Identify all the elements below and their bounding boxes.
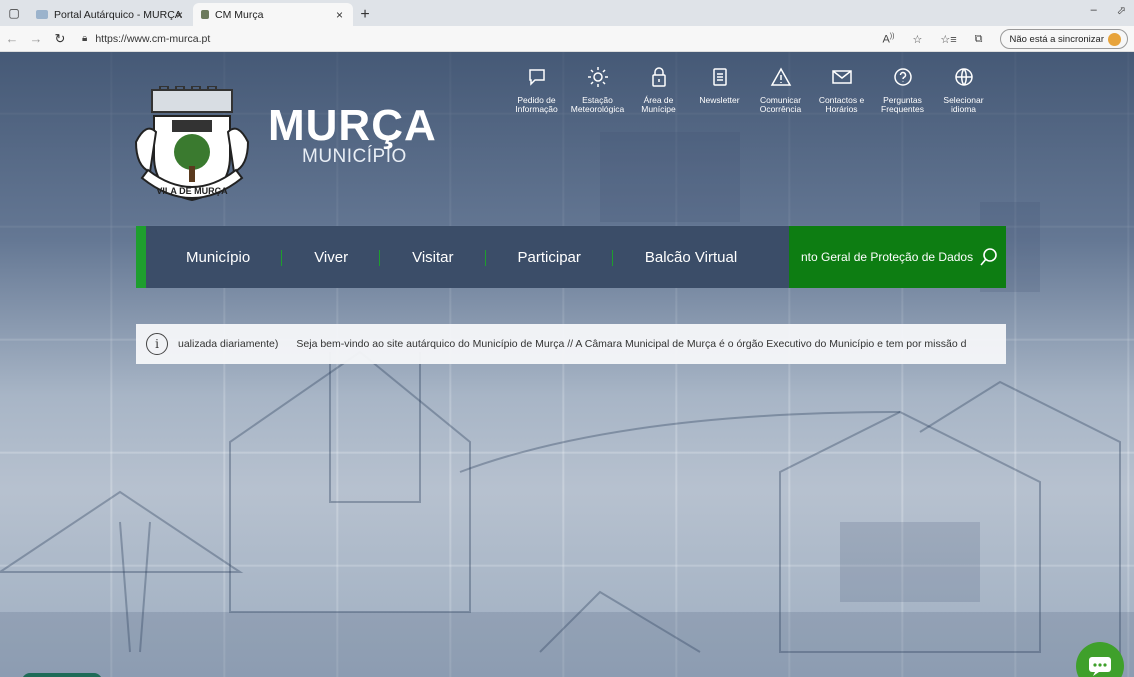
search-icon[interactable] [979,247,999,267]
ticker-text-a[interactable]: ualizada diariamente) [178,338,278,350]
back-icon[interactable]: ← [0,31,24,46]
nav-accent-bar [136,226,146,288]
nav-item-balcao-virtual[interactable]: Balcão Virtual [613,226,769,288]
page-content: VILA DE MURÇA MURÇA MUNICÍPIO Pedido de … [0,52,1134,677]
quick-link-area-municipe[interactable]: Área de Munícipe [628,66,689,114]
brand-logo[interactable]: MURÇA MUNICÍPIO [268,104,437,168]
sync-label: Não está a sincronizar [1009,33,1104,45]
lock-icon [651,67,666,87]
tab-portal[interactable]: Portal Autárquico - MURÇA × [28,3,193,26]
address-bar: ← → ↻ 🔒︎ https://www.cm-murca.pt A)) ☆ ☆… [0,26,1134,52]
news-ticker: i ualizada diariamente) Seja bem-vindo a… [136,324,1006,364]
reload-icon[interactable]: ↻ [48,31,72,47]
quick-link-label: Munícipe [641,104,676,114]
sync-button[interactable]: Não está a sincronizar [1000,29,1128,49]
question-icon [893,68,912,86]
nav-item-viver[interactable]: Viver [282,226,381,288]
tab-title: Portal Autárquico - MURÇA [54,8,182,21]
collections-icon[interactable]: ⧉ [975,33,983,46]
mail-icon [831,70,852,84]
url-field[interactable]: 🔒︎ https://www.cm-murca.pt [82,33,210,45]
quick-link-label: Informação [515,104,558,114]
info-icon: i [146,333,168,355]
chat-bubble-icon [528,69,545,86]
tab-title: CM Murça [215,8,264,21]
sun-icon [587,67,608,87]
municipality-crest-logo: VILA DE MURÇA [134,86,250,202]
favicon-icon [36,10,48,19]
toolbar-right: A)) ☆ ☆≡ ⧉ Não está a sincronizar [882,29,1128,49]
brand-name: MURÇA [268,101,437,150]
quick-link-newsletter[interactable]: Newsletter [689,66,750,114]
avatar [1108,32,1121,46]
close-tab-icon[interactable]: × [176,8,183,22]
search-marquee-text: nto Geral de Proteção de Dados [801,250,974,264]
quick-link-estacao-meteorologica[interactable]: Estação Meteorológica [567,66,628,114]
browser-tab-strip: ▢ Portal Autárquico - MURÇA × CM Murça ×… [0,0,1134,26]
window-controls: – ⬀ [1091,4,1126,17]
url-text: https://www.cm-murca.pt [95,32,211,45]
chat-icon [1089,657,1111,676]
tab-actions-icon[interactable]: ▢ [0,0,28,26]
ticker-text-b[interactable]: Seja bem-vindo ao site autárquico do Mun… [296,338,966,350]
globe-icon [954,68,973,86]
favicon-icon [201,10,209,19]
nav-item-participar[interactable]: Participar [486,226,614,288]
quick-link-pedido-informacao[interactable]: Pedido de Informação [506,66,567,114]
quick-link-selecionar-idioma[interactable]: Selecionar idioma [933,66,994,114]
close-tab-icon[interactable]: × [336,8,343,22]
quick-link-label: Horários [825,104,858,114]
quick-link-label: Ocorrência [759,104,802,114]
quick-link-label: Frequentes [881,104,924,114]
quick-link-comunicar-ocorrencia[interactable]: Comunicar Ocorrência [750,66,811,114]
extra-window-icon[interactable]: ⬀ [1117,4,1126,17]
nav-item-municipio[interactable]: Município [146,226,283,288]
nav-item-visitar[interactable]: Visitar [380,226,486,288]
read-aloud-icon[interactable]: A)) [882,33,894,46]
crest-text: VILA DE MURÇA [156,186,228,196]
quick-link-perguntas-frequentes[interactable]: Perguntas Frequentes [872,66,933,114]
newsletter-icon [712,68,727,86]
nav-menu: Município Viver Visitar Participar Balcã… [146,226,789,288]
tab-cm-murca[interactable]: CM Murça × [193,3,353,26]
new-tab-button[interactable]: + [353,3,377,26]
quick-links: Pedido de Informação Estação Meteorológi… [506,66,994,114]
favorite-add-icon[interactable]: ☆ [912,33,922,46]
main-navigation: Município Viver Visitar Participar Balcã… [136,226,1006,288]
minimize-button[interactable]: – [1091,4,1097,17]
warning-icon [770,67,791,86]
bottom-tab-handle[interactable] [22,673,102,677]
forward-icon[interactable]: → [24,31,48,46]
search-box[interactable]: nto Geral de Proteção de Dados [789,226,1006,288]
quick-link-contactos-horarios[interactable]: Contactos e Horários [811,66,872,114]
lock-icon: 🔒︎ [82,33,88,44]
quick-link-label: Newsletter [699,95,740,105]
favorites-icon[interactable]: ☆≡ [940,33,956,46]
quick-link-label: Meteorológica [570,104,625,114]
quick-link-label: idioma [950,104,977,114]
